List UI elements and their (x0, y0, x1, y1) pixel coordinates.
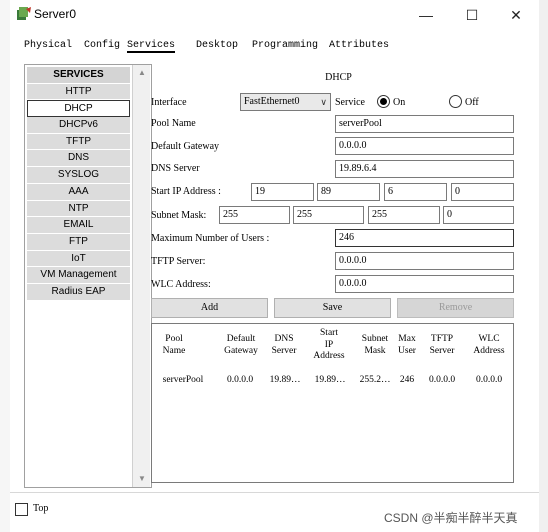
minimize-button[interactable]: — (403, 0, 449, 30)
table-header-wlc-address: WLC Address (473, 334, 505, 356)
tab-attributes[interactable]: Attributes (329, 40, 389, 51)
subnet-mask-octet-3[interactable]: 255 (368, 206, 440, 224)
close-button[interactable]: ✕ (493, 0, 539, 30)
service-on-label: On (393, 97, 406, 108)
wlc-address-label: WLC Address: (151, 279, 211, 290)
dhcp-heading: DHCP (325, 72, 352, 83)
services-header: SERVICES (27, 67, 130, 84)
service-item-iot[interactable]: IoT (27, 250, 130, 268)
table-header-pool-name: Pool Name (162, 334, 186, 356)
tftp-server-label: TFTP Server: (151, 256, 206, 267)
start-ip-octet-2[interactable]: 89 (317, 183, 380, 201)
service-item-http[interactable]: HTTP (27, 83, 130, 101)
table-header-default-gateway: Default Gateway (224, 334, 258, 356)
max-users-label: Maximum Number of Users : (151, 233, 270, 244)
service-label: Service (335, 97, 365, 108)
tab-config[interactable]: Config (84, 40, 120, 51)
table-cell-max-user: 246 (399, 375, 415, 385)
tab-programming[interactable]: Programming (252, 40, 318, 51)
table-cell-dns-server: 19.89… (269, 375, 301, 385)
services-panel: SERVICES HTTP DHCP DHCPv6 TFTP DNS SYSLO… (24, 64, 152, 488)
window-title: Server0 (34, 7, 77, 21)
subnet-mask-octet-1[interactable]: 255 (219, 206, 290, 224)
wlc-address-field[interactable]: 0.0.0.0 (335, 275, 514, 293)
top-checkbox[interactable] (15, 503, 28, 516)
start-ip-octet-1[interactable]: 19 (251, 183, 314, 201)
service-off-label: Off (465, 97, 479, 108)
service-off-radio[interactable] (449, 95, 462, 108)
default-gateway-field[interactable]: 0.0.0.0 (335, 137, 514, 155)
server-app-icon (16, 6, 32, 22)
tab-physical[interactable]: Physical (24, 40, 72, 51)
subnet-mask-octet-2[interactable]: 255 (293, 206, 364, 224)
table-cell-subnet-mask: 255.2… (359, 375, 391, 385)
server-window: Server0 — ☐ ✕ Physical Config Services D… (10, 0, 539, 532)
table-cell-pool-name: serverPool (162, 375, 204, 385)
services-list: SERVICES HTTP DHCP DHCPv6 TFTP DNS SYSLO… (27, 67, 130, 301)
title-bar[interactable]: Server0 — ☐ ✕ (10, 0, 539, 30)
pool-name-field[interactable]: serverPool (335, 115, 514, 133)
background-right (539, 0, 548, 532)
service-on-radio[interactable] (377, 95, 390, 108)
save-button[interactable]: Save (274, 298, 391, 318)
subnet-mask-label: Subnet Mask: (151, 210, 207, 221)
service-item-ftp[interactable]: FTP (27, 233, 130, 251)
tab-bar: Physical Config Services Desktop Program… (10, 36, 539, 56)
service-item-dhcp[interactable]: DHCP (27, 100, 130, 118)
table-header-tftp-server: TFTP Server (429, 334, 455, 356)
tab-desktop[interactable]: Desktop (196, 40, 238, 51)
table-cell-default-gateway: 0.0.0.0 (226, 375, 254, 385)
pool-name-label: Pool Name (151, 118, 196, 129)
dns-server-label: DNS Server (151, 163, 200, 174)
service-item-dhcpv6[interactable]: DHCPv6 (27, 117, 130, 134)
top-label: Top (33, 503, 49, 514)
start-ip-octet-4[interactable]: 0 (451, 183, 514, 201)
table-cell-start-ip: 19.89… (314, 375, 346, 385)
service-item-dns[interactable]: DNS (27, 150, 130, 168)
service-item-syslog[interactable]: SYSLOG (27, 167, 130, 184)
maximize-button[interactable]: ☐ (449, 0, 495, 30)
subnet-mask-octet-4[interactable]: 0 (443, 206, 514, 224)
table-cell-wlc-address: 0.0.0.0 (475, 375, 503, 385)
service-item-email[interactable]: EMAIL (27, 217, 130, 234)
interface-label: Interface (151, 97, 187, 108)
service-item-tftp[interactable]: TFTP (27, 133, 130, 151)
interface-select[interactable]: FastEthernet0 ∨ (240, 93, 331, 111)
service-item-ntp[interactable]: NTP (27, 200, 130, 218)
max-users-field[interactable]: 246 (335, 229, 514, 247)
dhcp-panel: DHCP Interface FastEthernet0 ∨ Service O… (147, 64, 530, 484)
dns-server-field[interactable]: 19.89.6.4 (335, 160, 514, 178)
table-cell-tftp-server: 0.0.0.0 (428, 375, 456, 385)
table-header-subnet-mask: Subnet Mask (361, 334, 389, 356)
remove-button[interactable]: Remove (397, 298, 514, 318)
table-header-dns-server: DNS Server (271, 334, 297, 356)
start-ip-label: Start IP Address : (151, 186, 221, 197)
watermark: CSDN @半痴半醉半天真 (384, 511, 518, 525)
service-item-aaa[interactable]: AAA (27, 183, 130, 201)
table-header-max-user: Max User (398, 334, 416, 356)
tftp-server-field[interactable]: 0.0.0.0 (335, 252, 514, 270)
background-left (0, 0, 10, 532)
table-header-start-ip: Start IP Address (313, 328, 345, 361)
start-ip-octet-3[interactable]: 6 (384, 183, 447, 201)
service-item-vm-management[interactable]: VM Management (27, 267, 130, 284)
default-gateway-label: Default Gateway (151, 141, 220, 152)
chevron-down-icon: ∨ (320, 97, 327, 107)
service-item-radius-eap[interactable]: Radius EAP (27, 283, 130, 301)
dhcp-pool-table: Pool Name Default Gateway DNS Server Sta… (151, 323, 514, 483)
add-button[interactable]: Add (151, 298, 268, 318)
interface-value: FastEthernet0 (244, 96, 300, 107)
tab-services[interactable]: Services (127, 40, 176, 53)
